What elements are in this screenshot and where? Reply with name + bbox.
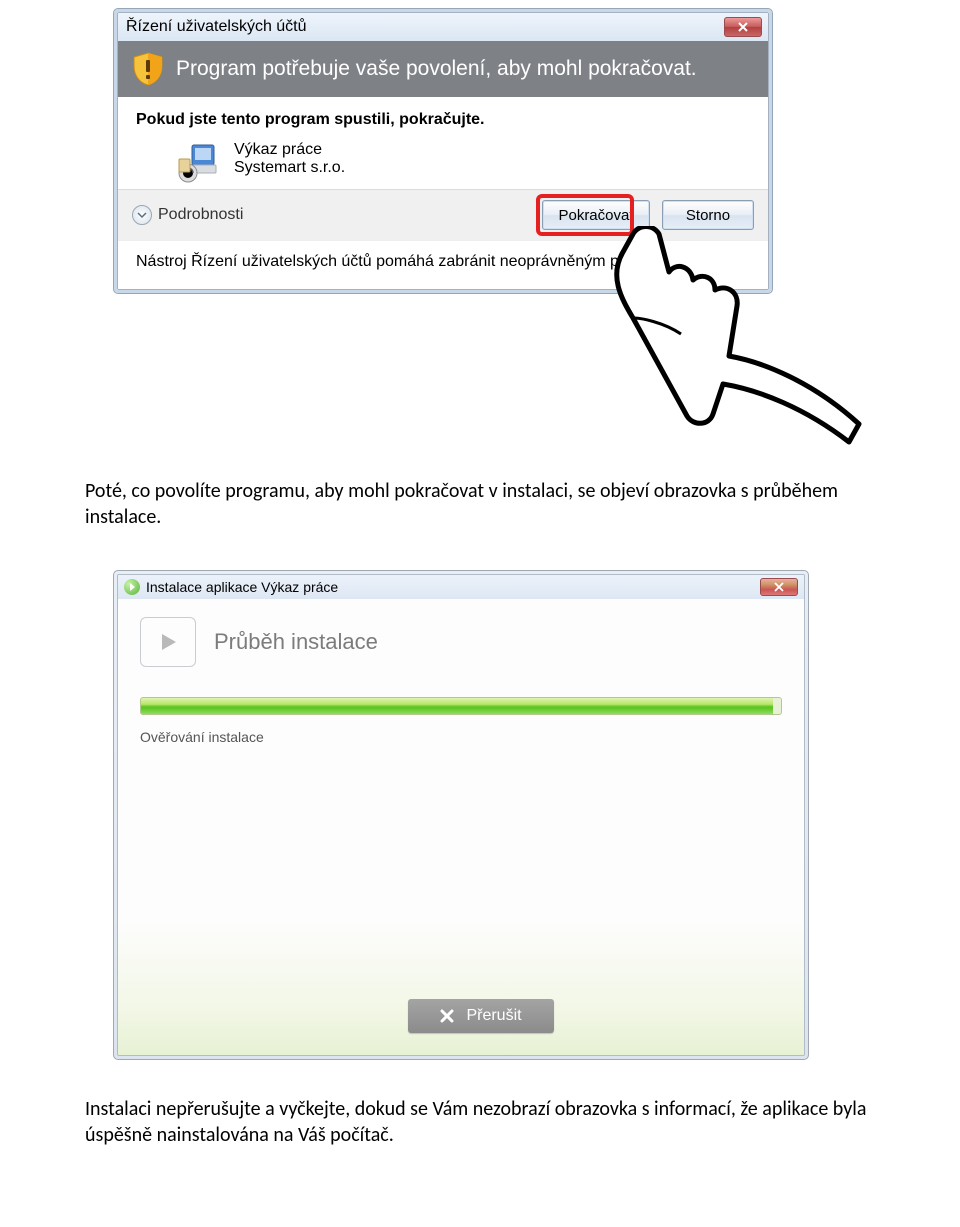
abort-install-button[interactable]: Přerušit [408,999,554,1033]
details-expander[interactable]: Podrobnosti [132,205,243,225]
play-icon [156,630,180,654]
close-button[interactable] [724,17,762,37]
chevron-down-icon [132,205,152,225]
shield-icon [130,51,166,87]
install-status-text: Ověřování instalace [140,729,782,745]
uac-screenshot-wrap: Řízení uživatelských účtů Program [113,8,869,448]
cancel-button-label: Storno [686,207,730,224]
pointing-hand-icon [563,226,873,446]
uac-title: Řízení uživatelských účtů [126,18,307,36]
close-icon [440,1009,454,1023]
close-icon [774,582,784,592]
uac-body: Pokud jste tento program spustili, pokra… [118,97,768,189]
installer-dialog: Instalace aplikace Výkaz práce Průběh in… [113,570,809,1060]
continue-button-label: Pokračovat [558,207,633,224]
uac-banner: Program potřebuje vaše povolení, aby moh… [118,41,768,97]
play-icon-box [140,617,196,667]
program-name: Výkaz práce [234,141,345,159]
installer-title: Instalace aplikace Výkaz práce [146,579,338,595]
uac-instruction: Pokud jste tento program spustili, pokra… [136,111,750,129]
installer-heading: Průběh instalace [214,629,378,655]
doc-paragraph-1: Poté, co povolíte programu, aby mohl pok… [85,478,875,530]
install-progressbar [140,697,782,715]
abort-button-label: Přerušit [466,1007,521,1025]
publisher-name: Systemart s.r.o. [234,159,345,177]
details-label: Podrobnosti [158,206,243,224]
installer-body: Průběh instalace Ověřování instalace Pře… [118,599,804,1055]
doc-paragraph-2: Instalaci nepřerušujte a vyčkejte, dokud… [85,1096,875,1148]
uac-titlebar: Řízení uživatelských účtů [118,13,768,41]
close-icon [737,21,749,33]
install-shield-icon [124,579,140,595]
installer-file-icon [176,141,220,185]
uac-banner-text: Program potřebuje vaše povolení, aby moh… [176,57,697,81]
installer-titlebar: Instalace aplikace Výkaz práce [118,575,804,599]
installer-close-button[interactable] [760,578,798,596]
